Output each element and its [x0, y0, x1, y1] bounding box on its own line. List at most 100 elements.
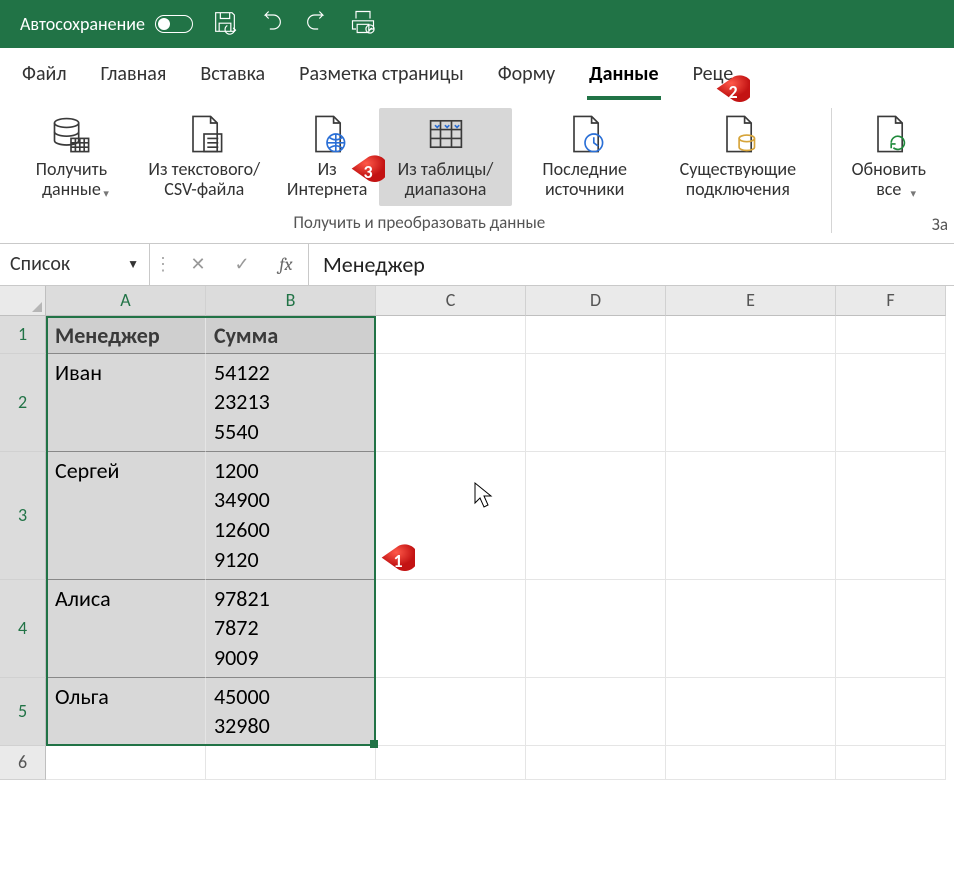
row-header-2[interactable]: 2 — [0, 354, 46, 452]
cell-f1[interactable] — [836, 316, 946, 354]
chevron-down-icon[interactable]: ▼ — [127, 257, 139, 272]
fx-icon[interactable]: fx — [264, 244, 308, 285]
web-file-icon — [305, 112, 349, 156]
formula-value[interactable]: Менеджер — [308, 244, 954, 285]
title-bar: Автосохранение — [0, 0, 954, 48]
text-file-icon — [182, 112, 226, 156]
recent-file-icon — [563, 112, 607, 156]
col-header-a[interactable]: A — [46, 286, 206, 316]
cell-d4[interactable] — [526, 580, 666, 678]
cell-c6[interactable] — [376, 746, 526, 780]
cell-d3[interactable] — [526, 452, 666, 580]
ribbon: Получить данные ▾ Из текстового/ CSV-фай… — [0, 100, 954, 244]
recent-sources-button[interactable]: Последние источники — [522, 108, 647, 206]
quick-access-toolbar — [211, 8, 377, 41]
cell-d2[interactable] — [526, 354, 666, 452]
col-header-c[interactable]: C — [376, 286, 526, 316]
name-box[interactable]: Список ▼ — [0, 244, 150, 285]
get-data-button[interactable]: Получить данные ▾ — [20, 108, 123, 206]
dropdown-icon: ▾ — [103, 188, 109, 200]
divider — [831, 108, 832, 233]
cell-d6[interactable] — [526, 746, 666, 780]
redo-icon[interactable] — [303, 8, 331, 41]
cell-f6[interactable] — [836, 746, 946, 780]
cell-d5[interactable] — [526, 678, 666, 746]
cells-area[interactable]: Менеджер Сумма Иван 54122 23213 5540 Сер… — [46, 316, 946, 780]
name-box-value: Список — [10, 252, 70, 276]
existing-connections-label: Существующие подключения — [665, 160, 811, 200]
ribbon-tabs: Файл Главная Вставка Разметка страницы Ф… — [0, 48, 954, 100]
cell-f3[interactable] — [836, 452, 946, 580]
cell-b6[interactable] — [206, 746, 376, 780]
cell-e6[interactable] — [666, 746, 836, 780]
cell-e3[interactable] — [666, 452, 836, 580]
col-header-f[interactable]: F — [836, 286, 946, 316]
autosave-toggle[interactable]: Автосохранение — [20, 13, 193, 35]
cell-f4[interactable] — [836, 580, 946, 678]
cell-e2[interactable] — [666, 354, 836, 452]
cell-c5[interactable] — [376, 678, 526, 746]
cell-e5[interactable] — [666, 678, 836, 746]
tab-insert[interactable]: Вставка — [198, 56, 267, 100]
tab-pagelayout[interactable]: Разметка страницы — [297, 56, 466, 100]
col-header-b[interactable]: B — [206, 286, 376, 316]
cell-a4[interactable]: Алиса — [46, 580, 206, 678]
from-text-csv-button[interactable]: Из текстового/ CSV-файла — [133, 108, 276, 206]
row-header-6[interactable]: 6 — [0, 746, 46, 780]
cancel-icon[interactable]: ✕ — [176, 244, 220, 285]
row-header-5[interactable]: 5 — [0, 678, 46, 746]
cell-a1[interactable]: Менеджер — [46, 316, 206, 354]
tab-home[interactable]: Главная — [99, 56, 169, 100]
cell-c4[interactable] — [376, 580, 526, 678]
save-icon[interactable] — [211, 8, 239, 41]
cell-d1[interactable] — [526, 316, 666, 354]
row-header-1[interactable]: 1 — [0, 316, 46, 354]
ribbon-overflow: За — [932, 214, 948, 235]
connection-file-icon — [716, 112, 760, 156]
cell-a2[interactable]: Иван — [46, 354, 206, 452]
cell-e4[interactable] — [666, 580, 836, 678]
group-connections: Обновить все ▾ — [836, 108, 942, 243]
undo-icon[interactable] — [257, 8, 285, 41]
row-header-4[interactable]: 4 — [0, 580, 46, 678]
from-table-range-label: Из таблицы/ диапазона — [387, 160, 505, 200]
cell-e1[interactable] — [666, 316, 836, 354]
col-header-e[interactable]: E — [666, 286, 836, 316]
cell-b5[interactable]: 45000 32980 — [206, 678, 376, 746]
spreadsheet-grid: A B C D E F 1 2 3 4 5 6 Менеджер Сумма — [0, 286, 954, 780]
tab-review[interactable]: Реце — [691, 56, 736, 100]
toggle-off-icon[interactable] — [155, 15, 193, 33]
row-header-3[interactable]: 3 — [0, 452, 46, 580]
tab-file[interactable]: Файл — [20, 56, 69, 100]
cell-f2[interactable] — [836, 354, 946, 452]
enter-icon[interactable]: ✓ — [220, 244, 264, 285]
cell-a6[interactable] — [46, 746, 206, 780]
cell-a5[interactable]: Ольга — [46, 678, 206, 746]
cell-c2[interactable] — [376, 354, 526, 452]
cell-b3[interactable]: 1200 34900 12600 9120 — [206, 452, 376, 580]
cell-b2[interactable]: 54122 23213 5540 — [206, 354, 376, 452]
recent-sources-label: Последние источники — [530, 160, 639, 200]
print-icon[interactable] — [349, 8, 377, 41]
dropdown-icon: ▾ — [910, 188, 916, 200]
tab-data[interactable]: Данные — [587, 56, 660, 100]
select-all-corner[interactable] — [0, 286, 46, 316]
from-web-button[interactable]: Из Интернета — [286, 108, 369, 206]
cell-c3[interactable] — [376, 452, 526, 580]
cell-c1[interactable] — [376, 316, 526, 354]
group-get-transform: Получить данные ▾ Из текстового/ CSV-фай… — [12, 108, 827, 243]
table-icon — [424, 112, 468, 156]
col-header-d[interactable]: D — [526, 286, 666, 316]
cell-b4[interactable]: 97821 7872 9009 — [206, 580, 376, 678]
from-table-range-button[interactable]: Из таблицы/ диапазона — [379, 108, 513, 206]
from-text-csv-label: Из текстового/ CSV-файла — [141, 160, 268, 200]
existing-connections-button[interactable]: Существующие подключения — [657, 108, 819, 206]
cell-b1[interactable]: Сумма — [206, 316, 376, 354]
separator-icon: ⋮ — [150, 244, 176, 285]
cell-a3[interactable]: Сергей — [46, 452, 206, 580]
tab-formulas[interactable]: Форму — [496, 56, 557, 100]
database-icon — [49, 112, 93, 156]
refresh-all-button[interactable]: Обновить все ▾ — [844, 108, 934, 206]
get-data-label: Получить данные — [28, 160, 115, 200]
cell-f5[interactable] — [836, 678, 946, 746]
